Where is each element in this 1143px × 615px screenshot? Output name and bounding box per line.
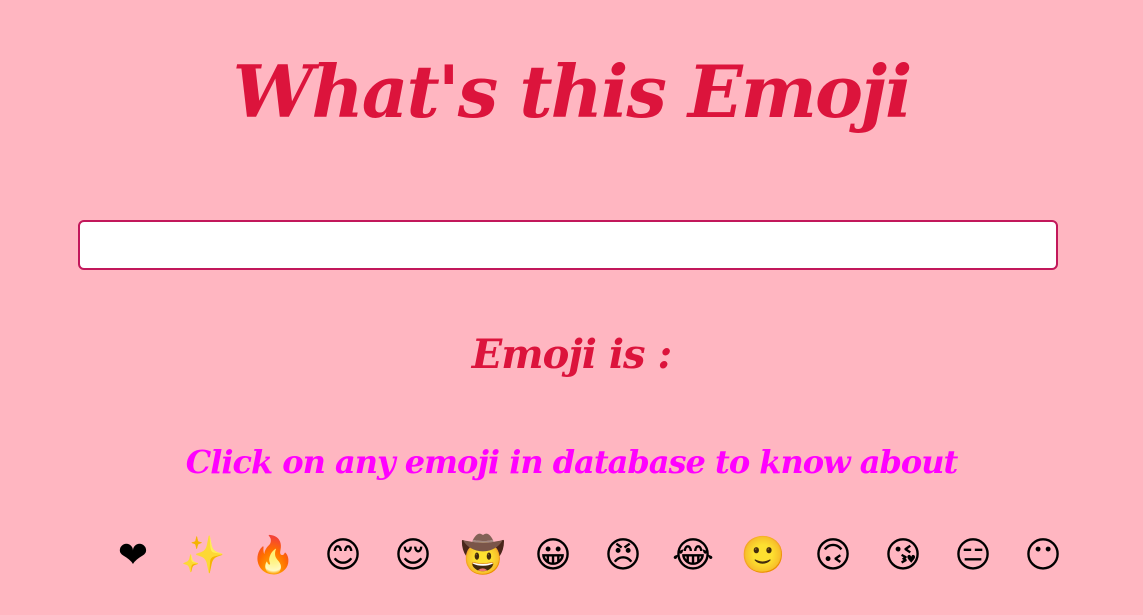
emoji-kissing-face[interactable]: 😘	[868, 527, 938, 585]
emoji-expressionless-face[interactable]: 😑	[938, 527, 1008, 585]
emoji-heart[interactable]: ❤	[98, 527, 168, 585]
emoji-database-hint: Click on any emoji in database to know a…	[185, 443, 959, 481]
emoji-no-mouth-face[interactable]: 😶	[1008, 527, 1078, 585]
emoji-upside-down-face[interactable]: 🙃	[798, 527, 868, 585]
emoji-angry-face[interactable]: 😠	[588, 527, 658, 585]
emoji-sparkles[interactable]: ✨	[168, 527, 238, 585]
emoji-database-list: ❤ ✨ 🔥 😊 😌 🤠 😀 😠 😂 🙂 🙃 😘 😑 😶	[98, 527, 1078, 585]
emoji-result-label: Emoji is :	[471, 331, 673, 378]
emoji-grinning-face[interactable]: 😀	[518, 527, 588, 585]
emoji-relieved-face[interactable]: 😌	[378, 527, 448, 585]
page-title: What's this Emoji	[232, 49, 913, 134]
emoji-smiling-face[interactable]: 😊	[308, 527, 378, 585]
emoji-fire[interactable]: 🔥	[238, 527, 308, 585]
emoji-slightly-smiling-face[interactable]: 🙂	[728, 527, 798, 585]
emoji-cowboy-face[interactable]: 🤠	[448, 527, 518, 585]
emoji-joy-face[interactable]: 😂	[658, 527, 728, 585]
emoji-input[interactable]	[78, 220, 1058, 270]
